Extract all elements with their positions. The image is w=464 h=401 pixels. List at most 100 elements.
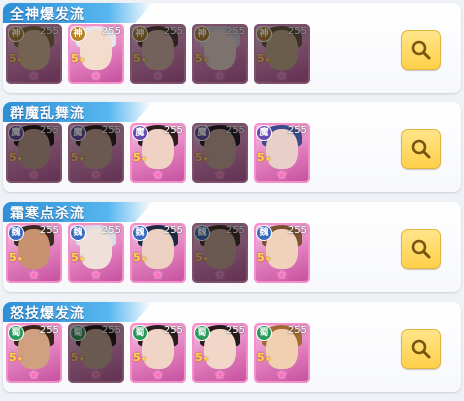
hero-card[interactable]: 魔 255 5★ ★ [254,123,310,183]
star-rank: 5★ [71,351,85,364]
star-rank-number: 5 [9,52,17,65]
magnifier-icon [411,40,431,60]
hero-level: 255 [287,125,307,136]
hero-card[interactable]: 魏 255 5★ ★ [254,223,310,283]
awaken-star-icon: ★ [276,69,288,84]
view-lineup-button[interactable] [401,30,441,70]
view-lineup-button[interactable] [401,329,441,369]
awaken-star-icon: ★ [214,69,226,84]
star-rank: 5★ [257,151,271,164]
star-rank: 5★ [133,351,147,364]
star-rank-number: 5 [257,52,265,65]
faction-badge: 蜀 [133,326,147,340]
star-rank: 5★ [71,151,85,164]
hero-level: 255 [163,26,183,37]
hero-card[interactable]: 魔 255 5★ ★ [192,123,248,183]
faction-badge: 蜀 [71,326,85,340]
hero-card[interactable]: 魏 255 5★ ★ [130,223,186,283]
faction-badge: 神 [9,27,23,41]
star-rank: 5★ [195,351,209,364]
hero-level: 255 [39,26,59,37]
star-icon: ★ [264,56,271,64]
hero-card[interactable]: 魔 255 5★ ★ [68,123,124,183]
lineup-title-banner: 全神爆发流 [3,3,153,23]
faction-badge: 魔 [257,126,271,140]
lineup-title: 霜寒点杀流 [10,206,85,222]
magnifier-icon [411,339,431,359]
faction-badge: 魏 [133,226,147,240]
awaken-star-icon: ★ [214,268,226,283]
star-icon: ★ [16,56,23,64]
hero-card-row: 魔 255 5★ ★ 魔 255 5★ ★ 魔 255 5★ ★ 魔 255 5★ ★ 魔 255 5★ ★ [6,123,316,183]
star-icon: ★ [264,155,271,163]
awaken-star-icon: ★ [28,168,40,183]
star-rank-number: 5 [195,351,203,364]
awaken-star-icon: ★ [28,268,40,283]
star-rank: 5★ [9,52,23,65]
awaken-star-icon: ★ [276,268,288,283]
faction-badge: 神 [71,27,85,41]
hero-card[interactable]: 魏 255 5★ ★ [68,223,124,283]
awaken-star-icon: ★ [28,368,40,383]
star-rank: 5★ [195,52,209,65]
hero-level: 255 [163,325,183,336]
hero-card[interactable]: 魏 255 5★ ★ [192,223,248,283]
view-lineup-button[interactable] [401,229,441,269]
hero-card[interactable]: 神 255 5★ ★ [254,24,310,84]
star-rank-number: 5 [257,251,265,264]
hero-level: 255 [225,325,245,336]
hero-card[interactable]: 魔 255 5★ ★ [130,123,186,183]
awaken-star-icon: ★ [152,168,164,183]
faction-badge: 魏 [195,226,209,240]
hero-card[interactable]: 蜀 255 5★ ★ [192,323,248,383]
star-rank-number: 5 [133,351,141,364]
hero-level: 255 [101,225,121,236]
magnifier-icon [411,139,431,159]
hero-card[interactable]: 神 255 5★ ★ [192,24,248,84]
view-lineup-button[interactable] [401,129,441,169]
star-rank-number: 5 [133,151,141,164]
star-icon: ★ [16,155,23,163]
hero-card[interactable]: 神 255 5★ ★ [68,24,124,84]
star-icon: ★ [202,56,209,64]
star-icon: ★ [140,155,147,163]
faction-badge: 魔 [133,126,147,140]
hero-level: 255 [39,125,59,136]
hero-card[interactable]: 神 255 5★ ★ [130,24,186,84]
faction-badge: 魔 [71,126,85,140]
star-icon: ★ [202,355,209,363]
hero-card[interactable]: 蜀 255 5★ ★ [6,323,62,383]
hero-level: 255 [225,125,245,136]
hero-level: 255 [163,125,183,136]
hero-level: 255 [287,325,307,336]
hero-card[interactable]: 蜀 255 5★ ★ [68,323,124,383]
faction-badge: 魔 [195,126,209,140]
hero-card[interactable]: 魏 255 5★ ★ [6,223,62,283]
lineup-title-banner: 霜寒点杀流 [3,202,153,222]
star-rank: 5★ [257,52,271,65]
star-icon: ★ [140,355,147,363]
star-rank-number: 5 [71,52,79,65]
faction-badge: 魏 [71,226,85,240]
hero-level: 255 [39,225,59,236]
lineup-panel: 群魔乱舞流魔 255 5★ ★ 魔 255 5★ ★ 魔 255 5★ ★ 魔 255 5★ ★ 魔 255 5★ ★ [3,102,461,192]
star-rank: 5★ [71,52,85,65]
awaken-star-icon: ★ [214,368,226,383]
star-rank: 5★ [133,251,147,264]
hero-card[interactable]: 蜀 255 5★ ★ [130,323,186,383]
magnifier-icon [411,239,431,259]
hero-card-row: 蜀 255 5★ ★ 蜀 255 5★ ★ 蜀 255 5★ ★ 蜀 255 5★ ★ 蜀 255 5★ ★ [6,323,316,383]
star-rank: 5★ [195,151,209,164]
hero-card[interactable]: 神 255 5★ ★ [6,24,62,84]
lineup-panel: 霜寒点杀流魏 255 5★ ★ 魏 255 5★ ★ 魏 255 5★ ★ 魏 255 5★ ★ 魏 255 5★ ★ [3,202,461,292]
hero-card[interactable]: 魔 255 5★ ★ [6,123,62,183]
star-rank-number: 5 [9,251,17,264]
star-rank-number: 5 [195,151,203,164]
star-rank-number: 5 [195,52,203,65]
star-icon: ★ [78,355,85,363]
faction-badge: 神 [195,27,209,41]
hero-level: 255 [225,225,245,236]
hero-level: 255 [225,26,245,37]
star-icon: ★ [140,255,147,263]
hero-card[interactable]: 蜀 255 5★ ★ [254,323,310,383]
